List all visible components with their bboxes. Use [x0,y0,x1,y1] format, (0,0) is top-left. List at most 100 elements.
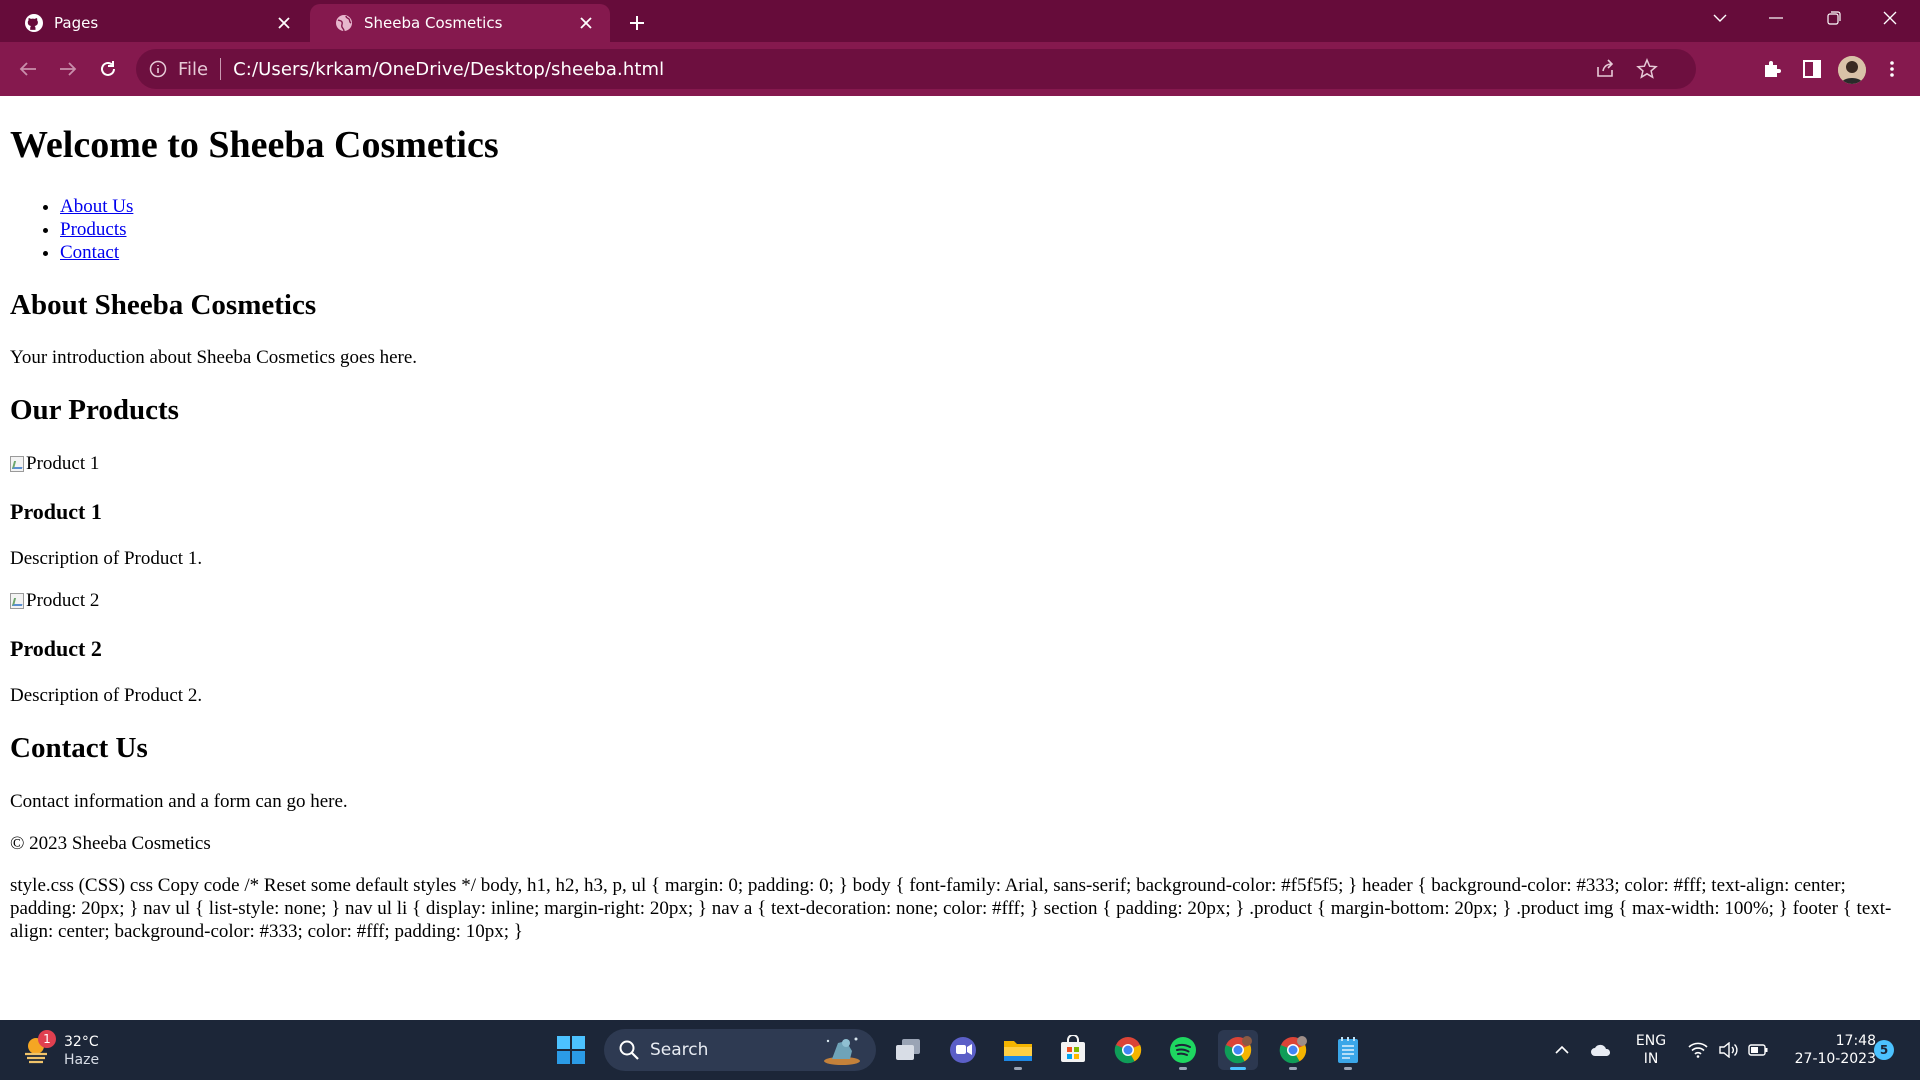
plus-icon [630,16,644,30]
broken-image-icon [10,455,24,472]
web-page-viewport: Welcome to Sheeba Cosmetics About Us Pro… [0,96,1920,1020]
minimize-button[interactable] [1748,0,1804,36]
nav-item: Products [60,218,1910,241]
chrome-icon [1114,1037,1142,1064]
product-image-alt: Product 1 [26,453,100,475]
products-heading: Our Products [10,394,179,427]
language-region: IN [1643,1051,1659,1067]
product-card: Product 2 Product 2 Description of Produ… [10,589,1910,707]
search-highlight-icon [824,1037,860,1065]
address-bar[interactable]: File C:/Users/krkam/OneDrive/Desktop/she… [136,49,1696,89]
info-icon[interactable] [148,59,168,79]
extensions-button[interactable] [1756,53,1788,85]
site-nav: About Us Products Contact [10,195,1910,264]
back-button[interactable] [12,53,44,85]
nav-item: Contact [60,241,1910,264]
speaker-icon [1719,1042,1738,1058]
share-icon[interactable] [1594,58,1616,80]
windows-taskbar: 1 32°C Haze Search ENG IN 17:48 27-10-20… [0,1020,1920,1080]
nav-item: About Us [60,195,1910,218]
running-indicator [1014,1067,1022,1070]
clock-time: 17:48 [1835,1033,1876,1049]
teams-chat-button[interactable] [943,1030,983,1070]
forward-button[interactable] [52,53,84,85]
taskbar-search[interactable]: Search [604,1029,876,1071]
browser-toolbar: File C:/Users/krkam/OneDrive/Desktop/she… [0,42,1920,96]
new-tab-button[interactable] [622,8,652,38]
onedrive-button[interactable] [1586,1020,1616,1080]
arrow-left-icon [19,62,36,76]
tab-search-button[interactable] [1692,0,1748,36]
language-code: ENG [1635,1033,1667,1049]
globe-icon [336,15,352,32]
browser-menu-button[interactable] [1876,53,1908,85]
chrome-profile-button[interactable] [1273,1030,1313,1070]
weather-temp: 32°C [64,1034,99,1050]
microsoft-store-button[interactable] [1053,1030,1093,1070]
nav-link-products[interactable]: Products [60,219,127,240]
chevron-up-icon [1555,1045,1569,1054]
close-tab-icon[interactable] [274,13,294,33]
broken-image: Product 2 [10,589,99,612]
reload-button[interactable] [92,53,124,85]
nav-link-about-us[interactable]: About Us [60,196,133,217]
tab-sheeba-cosmetics[interactable]: Sheeba Cosmetics [310,4,610,42]
weather-condition: Haze [64,1052,100,1068]
search-icon [619,1040,639,1060]
close-tab-icon[interactable] [576,13,596,33]
clock-date: 27-10-2023 [1794,1051,1876,1067]
store-icon [1061,1035,1085,1062]
task-view-button[interactable] [888,1030,928,1070]
product-image: Product 2 [10,589,1910,614]
show-hidden-icons-button[interactable] [1548,1020,1576,1080]
tab-title: Pages [54,14,99,32]
language-indicator[interactable]: ENG IN [1628,1032,1674,1068]
tab-title: Sheeba Cosmetics [364,14,503,32]
contact-text: Contact information and a form can go he… [10,790,348,812]
weather-widget[interactable]: 1 32°C Haze [20,1028,110,1072]
spotify-button[interactable] [1163,1030,1203,1070]
nav-link-contact[interactable]: Contact [60,242,119,263]
product-name: Product 2 [10,635,102,661]
folder-icon [1004,1041,1032,1061]
notepad-icon [1338,1037,1358,1063]
broken-image: Product 1 [10,452,99,475]
footer-text: © 2023 Sheeba Cosmetics [10,832,211,854]
chrome-icon [1224,1036,1252,1064]
notification-badge[interactable]: 5 [1874,1040,1894,1060]
product-image: Product 1 [10,452,1910,477]
tab-pages[interactable]: Pages [0,4,308,42]
volume-status[interactable] [1714,1020,1742,1080]
wifi-icon [1688,1042,1708,1058]
profile-avatar[interactable] [1838,56,1866,84]
product-description: Description of Product 2. [10,684,203,706]
system-clock[interactable]: 17:48 27-10-2023 [1782,1032,1876,1068]
avatar-icon [1838,56,1866,84]
github-icon [25,14,43,32]
wifi-status[interactable] [1684,1020,1712,1080]
restore-button[interactable] [1806,0,1862,36]
arrow-right-icon [60,62,77,76]
start-button[interactable] [551,1030,591,1070]
running-indicator [1179,1067,1187,1070]
notepad-button[interactable] [1328,1030,1368,1070]
weather-badge: 1 [38,1030,56,1048]
contact-heading: Contact Us [10,731,148,764]
product-image-alt: Product 2 [26,590,100,612]
chevron-down-icon [1713,14,1727,22]
chrome-button[interactable] [1108,1030,1148,1070]
cloud-icon [1591,1044,1611,1056]
chrome-profile-active-button[interactable] [1218,1030,1258,1070]
windows-logo-icon [557,1036,585,1064]
side-panel-button[interactable] [1796,53,1828,85]
side-panel-icon [1803,60,1821,78]
running-indicator [1344,1067,1352,1070]
page-body: Welcome to Sheeba Cosmetics About Us Pro… [0,123,1920,943]
battery-icon [1748,1044,1768,1056]
file-explorer-button[interactable] [998,1030,1038,1070]
running-indicator [1230,1067,1246,1070]
bookmark-star-icon[interactable] [1636,58,1658,80]
close-window-button[interactable] [1862,0,1918,36]
url-text[interactable]: C:/Users/krkam/OneDrive/Desktop/sheeba.h… [233,59,664,80]
battery-status[interactable] [1744,1020,1772,1080]
